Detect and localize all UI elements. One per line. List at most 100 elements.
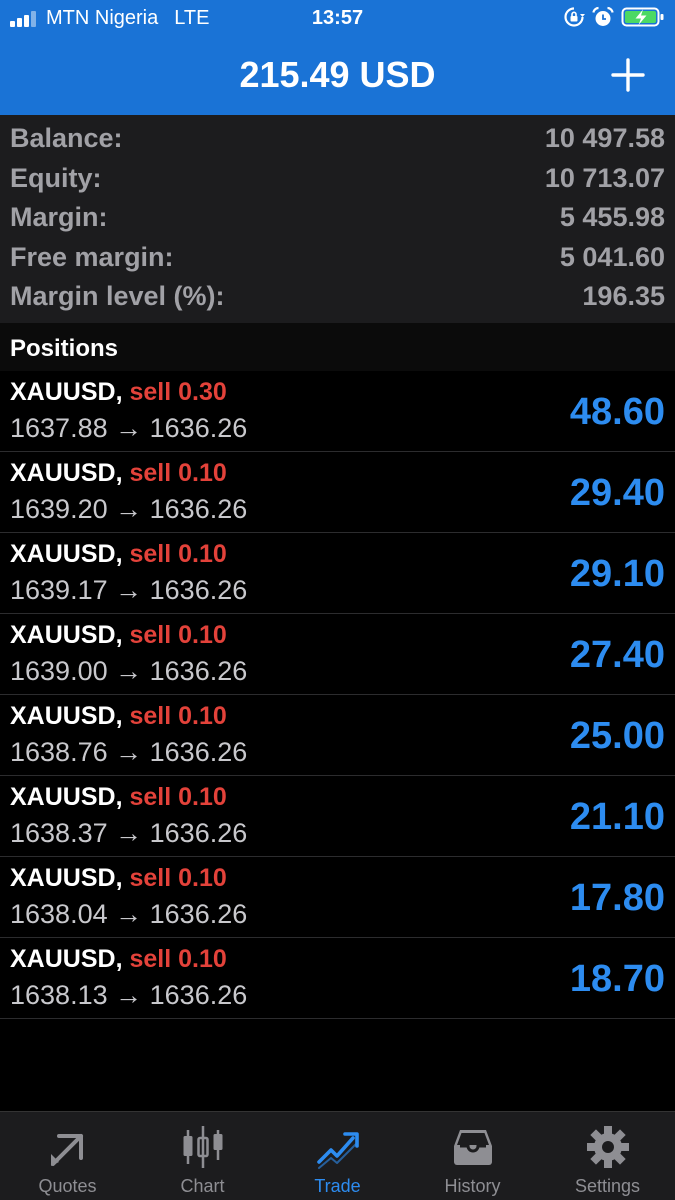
margin-row: Margin: 5 455.98 xyxy=(0,198,675,238)
tab-label: History xyxy=(444,1176,501,1196)
alarm-icon xyxy=(592,6,614,26)
tab-label: Trade xyxy=(314,1176,361,1196)
rotation-lock-icon xyxy=(564,7,585,27)
battery-charging-icon xyxy=(621,7,664,27)
margin-level-row: Margin level (%): 196.35 xyxy=(0,277,675,317)
position-side: sell 0.10 xyxy=(129,621,227,649)
position-profit: 29.10 xyxy=(569,553,665,595)
position-prices: 1638.04 → 1636.26 xyxy=(10,899,247,930)
margin-value: 5 455.98 xyxy=(559,202,665,233)
app-header: MTN Nigeria LTE 13:57 215.49 USD xyxy=(0,0,675,115)
position-symbol: XAUUSD, xyxy=(10,459,123,487)
current-price: 1636.26 xyxy=(149,656,248,686)
position-side: sell 0.10 xyxy=(129,540,227,568)
position-row[interactable]: XAUUSD, sell 0.10 1638.04 → 1636.26 17.8… xyxy=(0,857,675,938)
arrow-right-icon: → xyxy=(115,737,143,767)
position-symbol: XAUUSD, xyxy=(10,378,123,406)
position-row[interactable]: XAUUSD, sell 0.10 1639.17 → 1636.26 29.1… xyxy=(0,533,675,614)
position-prices: 1637.88 → 1636.26 xyxy=(10,413,247,444)
quotes-icon xyxy=(50,1134,83,1166)
margin-label: Margin: xyxy=(10,202,108,233)
position-title: XAUUSD, sell 0.10 xyxy=(10,702,227,731)
current-price: 1636.26 xyxy=(149,575,248,605)
plus-icon[interactable] xyxy=(611,58,645,92)
position-symbol: XAUUSD, xyxy=(10,540,123,568)
position-symbol: XAUUSD, xyxy=(10,702,123,730)
position-prices: 1638.76 → 1636.26 xyxy=(10,737,247,768)
inbox-icon xyxy=(453,1130,492,1165)
position-side: sell 0.10 xyxy=(129,864,227,892)
position-profit: 17.80 xyxy=(569,877,665,919)
open-price: 1637.88 xyxy=(10,413,108,443)
position-symbol: XAUUSD, xyxy=(10,945,123,973)
position-row[interactable]: XAUUSD, sell 0.10 1638.13 → 1636.26 18.7… xyxy=(0,938,675,1019)
open-price: 1639.20 xyxy=(10,494,108,524)
tab-trade[interactable]: Trade xyxy=(270,1112,405,1200)
tab-chart[interactable]: Chart xyxy=(135,1112,270,1200)
tab-label: Chart xyxy=(180,1176,225,1196)
position-prices: 1639.00 → 1636.26 xyxy=(10,656,247,687)
position-prices: 1638.37 → 1636.26 xyxy=(10,818,247,849)
position-profit: 29.40 xyxy=(569,472,665,514)
page-title: 215.49 USD xyxy=(239,54,436,95)
position-profit: 18.70 xyxy=(569,958,665,1000)
free-margin-label: Free margin: xyxy=(10,241,174,272)
free-margin-row: Free margin: 5 041.60 xyxy=(0,238,675,278)
balance-value: 10 497.58 xyxy=(544,123,665,154)
position-row[interactable]: XAUUSD, sell 0.30 1637.88 → 1636.26 48.6… xyxy=(0,371,675,452)
tab-bar: Quotes Chart Trade History Settings xyxy=(0,1111,675,1200)
position-title: XAUUSD, sell 0.30 xyxy=(10,378,227,407)
current-price: 1636.26 xyxy=(149,494,248,524)
position-title: XAUUSD, sell 0.10 xyxy=(10,864,227,893)
position-profit: 25.00 xyxy=(569,715,665,757)
current-price: 1636.26 xyxy=(149,818,248,848)
tab-settings[interactable]: Settings xyxy=(540,1112,675,1200)
position-symbol: XAUUSD, xyxy=(10,864,123,892)
arrow-right-icon: → xyxy=(115,899,143,929)
position-title: XAUUSD, sell 0.10 xyxy=(10,945,227,974)
position-row[interactable]: XAUUSD, sell 0.10 1639.20 → 1636.26 29.4… xyxy=(0,452,675,533)
positions-section-header: Positions xyxy=(0,323,675,371)
position-row[interactable]: XAUUSD, sell 0.10 1639.00 → 1636.26 27.4… xyxy=(0,614,675,695)
arrow-right-icon: → xyxy=(115,575,143,605)
arrow-right-icon: → xyxy=(115,818,143,848)
open-price: 1638.13 xyxy=(10,980,108,1010)
current-price: 1636.26 xyxy=(149,899,248,929)
tab-history[interactable]: History xyxy=(405,1112,540,1200)
position-symbol: XAUUSD, xyxy=(10,783,123,811)
open-price: 1639.17 xyxy=(10,575,108,605)
margin-level-value: 196.35 xyxy=(582,281,665,312)
balance-label: Balance: xyxy=(10,123,123,154)
position-side: sell 0.10 xyxy=(129,945,227,973)
margin-level-label: Margin level (%): xyxy=(10,281,225,312)
position-profit: 27.40 xyxy=(569,634,665,676)
position-prices: 1639.20 → 1636.26 xyxy=(10,494,247,525)
position-row[interactable]: XAUUSD, sell 0.10 1638.76 → 1636.26 25.0… xyxy=(0,695,675,776)
free-margin-value: 5 041.60 xyxy=(559,241,665,272)
current-price: 1636.26 xyxy=(149,413,248,443)
position-title: XAUUSD, sell 0.10 xyxy=(10,459,227,488)
position-profit: 48.60 xyxy=(569,391,665,433)
arrow-right-icon: → xyxy=(115,656,143,686)
open-price: 1639.00 xyxy=(10,656,108,686)
position-symbol: XAUUSD, xyxy=(10,621,123,649)
current-price: 1636.26 xyxy=(149,737,248,767)
title-bar: 215.49 USD xyxy=(0,40,675,115)
equity-label: Equity: xyxy=(10,162,102,193)
tab-label: Settings xyxy=(574,1176,641,1196)
open-price: 1638.04 xyxy=(10,899,108,929)
position-prices: 1638.13 → 1636.26 xyxy=(10,980,247,1011)
equity-row: Equity: 10 713.07 xyxy=(0,159,675,199)
tab-quotes[interactable]: Quotes xyxy=(0,1112,135,1200)
status-right xyxy=(563,6,665,28)
position-title: XAUUSD, sell 0.10 xyxy=(10,540,227,569)
arrow-right-icon: → xyxy=(115,413,143,443)
open-price: 1638.37 xyxy=(10,818,108,848)
position-side: sell 0.10 xyxy=(129,702,227,730)
position-prices: 1639.17 → 1636.26 xyxy=(10,575,247,606)
arrow-right-icon: → xyxy=(115,494,143,524)
positions-list: XAUUSD, sell 0.30 1637.88 → 1636.26 48.6… xyxy=(0,371,675,1019)
position-side: sell 0.10 xyxy=(129,459,227,487)
position-row[interactable]: XAUUSD, sell 0.10 1638.37 → 1636.26 21.1… xyxy=(0,776,675,857)
open-price: 1638.76 xyxy=(10,737,108,767)
